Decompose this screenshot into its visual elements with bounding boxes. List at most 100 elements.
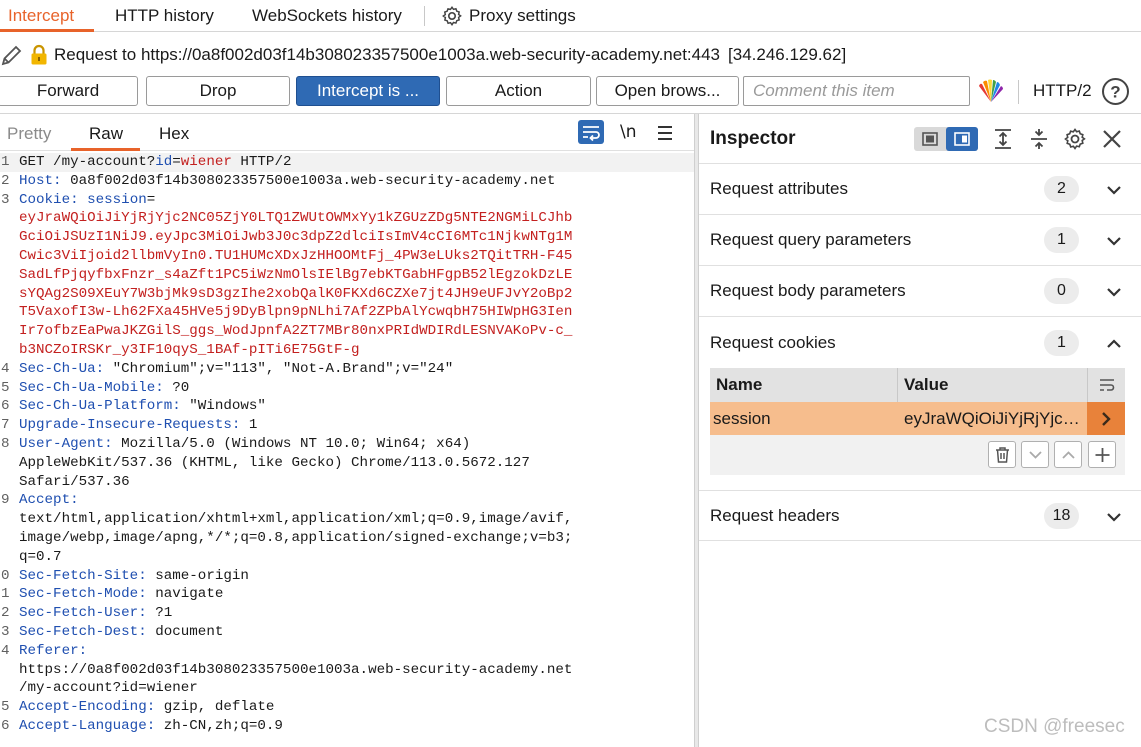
chevron-up-icon [1062, 451, 1075, 459]
tab-intercept[interactable]: Intercept [0, 0, 100, 32]
column-options[interactable] [1087, 368, 1125, 402]
comment-input[interactable] [743, 76, 970, 106]
open-browser-button[interactable]: Open brows... [596, 76, 739, 106]
layout-side-active[interactable] [946, 127, 978, 151]
line-number: 6 [1, 398, 10, 415]
header-value: Safari/537.36 [19, 473, 130, 490]
count-badge: 2 [1044, 176, 1079, 202]
inspector-panel: Inspector Request attributes 2 Request q… [699, 114, 1141, 747]
header-value: /my-account?id=wiener [19, 680, 198, 697]
action-button[interactable]: Action [446, 76, 591, 106]
cookie-name: session [78, 191, 147, 208]
pencil-icon[interactable] [0, 43, 24, 67]
move-down-button[interactable] [1021, 441, 1049, 468]
header-name: Host: [19, 172, 62, 189]
expand-all-icon[interactable] [991, 127, 1015, 151]
layout-toggle[interactable] [914, 127, 978, 151]
menu-icon[interactable] [656, 123, 674, 143]
section-request-cookies[interactable]: Request cookies 1 [699, 318, 1141, 369]
code-line: 9 Accept: [0, 491, 694, 510]
layout-stacked-icon[interactable] [922, 132, 938, 146]
section-request-headers[interactable]: Request headers 18 [699, 490, 1141, 541]
header-name: Sec-Ch-Ua: [19, 360, 105, 377]
add-button[interactable] [1088, 441, 1116, 468]
code-line: https://0a8f002d03f14b308023357500e1003a… [0, 661, 694, 680]
section-request-query-parameters[interactable]: Request query parameters 1 [699, 215, 1141, 266]
chevron-down-icon [1107, 513, 1121, 522]
header-name: User-Agent: [19, 435, 113, 452]
delete-button[interactable] [988, 441, 1016, 468]
code-line: GciOiJSUzI1NiJ9.eyJpc3MiOiJwb3J0c3dpZ2dl… [0, 228, 694, 247]
line-number: 1 [1, 586, 10, 603]
cookie-value: Cwic3ViIjoid2llbmVyIn0.TU1HUMcXDxJzHHOOM… [19, 247, 573, 264]
intercept-toggle-button[interactable]: Intercept is ... [296, 76, 440, 106]
forward-button[interactable]: Forward [0, 76, 138, 106]
request-target-line: Request to https://0a8f002d03f14b3080233… [0, 40, 1141, 70]
section-request-body-parameters[interactable]: Request body parameters 0 [699, 266, 1141, 317]
code-line: image/webp,image/apng,*/*;q=0.8,applicat… [0, 529, 694, 548]
column-name-header[interactable]: Name [710, 368, 898, 402]
help-icon[interactable]: ? [1101, 77, 1130, 106]
code-line: /my-account?id=wiener [0, 679, 694, 698]
chevron-down-icon [1029, 451, 1042, 459]
code-line: text/html,application/xhtml+xml,applicat… [0, 510, 694, 529]
tab-proxy-settings[interactable]: Proxy settings [441, 0, 576, 31]
header-value: https://0a8f002d03f14b308023357500e1003a… [19, 661, 573, 678]
table-row[interactable]: session eyJraWQiOiJiYjRjYjc2N... [710, 402, 1125, 435]
header-value: zh-CN,zh;q=0.9 [155, 717, 283, 734]
gear-icon[interactable] [1063, 127, 1087, 151]
count-badge: 1 [1044, 227, 1079, 253]
cookie-eq: = [146, 191, 156, 208]
header-name: Sec-Fetch-User: [19, 605, 147, 622]
header-value: gzip, deflate [155, 699, 275, 716]
header-value: ?1 [146, 605, 173, 622]
word-wrap-icon[interactable] [578, 120, 604, 144]
trash-icon [996, 447, 1009, 463]
section-label: Request body parameters [710, 281, 906, 300]
code-line: 4 Sec-Ch-Ua: "Chromium";v="113", "Not-A.B… [0, 360, 694, 379]
section-request-attributes[interactable]: Request attributes 2 [699, 164, 1141, 215]
collapse-all-icon[interactable] [1027, 127, 1051, 151]
section-label: Request query parameters [710, 230, 912, 249]
open-detail-button[interactable] [1087, 402, 1125, 435]
move-up-button[interactable] [1054, 441, 1082, 468]
tab-pretty[interactable]: Pretty [7, 124, 51, 144]
header-name: Sec-Fetch-Mode: [19, 586, 147, 603]
drop-button[interactable]: Drop [146, 76, 290, 106]
tab-raw[interactable]: Raw [89, 124, 123, 144]
count-badge: 0 [1044, 278, 1079, 304]
column-value-header[interactable]: Value [898, 368, 1086, 402]
highlight-color-icon[interactable] [976, 78, 1006, 104]
header-name: Upgrade-Insecure-Requests: [19, 417, 241, 434]
svg-text:?: ? [1110, 83, 1120, 102]
code-line: 6 Accept-Language: zh-CN,zh;q=0.9 [0, 717, 694, 736]
code-line: 3 Cookie: session = [0, 191, 694, 210]
tab-http-history[interactable]: HTTP history [115, 0, 233, 31]
cookie-value: Ir7ofbzEaPwaJKZGilS_ggs_WodJpnfA2ZT7MBr8… [19, 323, 573, 340]
header-value: image/webp,image/apng,*/*;q=0.8,applicat… [19, 529, 573, 546]
show-newlines-toggle[interactable]: \n [620, 122, 637, 142]
cookie-value: SadLfPjqyfbxFnzr_s4aZft1PC5iWzNmOlsIElBg… [19, 266, 573, 283]
line-number: 0 [1, 567, 10, 584]
tab-hex[interactable]: Hex [159, 124, 189, 144]
query-param-name: id [155, 154, 173, 170]
cookie-value: GciOiJSUzI1NiJ9.eyJpc3MiOiJwb3J0c3dpZ2dl… [19, 229, 573, 246]
code-line: T5VaxofI3w-Lh62FXa45HVe5j9DyBlpn9pNLhi7A… [0, 303, 694, 322]
code-line: 8 User-Agent: Mozilla/5.0 (Windows NT 10.… [0, 435, 694, 454]
code-line: q=0.7 [0, 548, 694, 567]
header-name: Cookie: [19, 191, 79, 208]
count-badge: 18 [1044, 503, 1079, 529]
plus-icon [1095, 448, 1110, 462]
raw-request-text[interactable]: 1 GET /my-account? id = wiener HTTP/2 2 Host:… [0, 153, 694, 736]
line-number: 3 [1, 191, 10, 208]
tab-websockets-history[interactable]: WebSockets history [252, 0, 410, 31]
cookie-value-cell: eyJraWQiOiJiYjRjYjc2N... [904, 409, 1086, 428]
section-label: Request attributes [710, 179, 848, 198]
header-value: same-origin [146, 567, 249, 584]
code-line: 1 Sec-Fetch-Mode: navigate [0, 585, 694, 604]
intercept-toolbar: Forward Drop Intercept is ... Action Ope… [0, 76, 1141, 107]
close-icon[interactable] [1100, 127, 1124, 151]
code-line: Ir7ofbzEaPwaJKZGilS_ggs_WodJpnfA2ZT7MBr8… [0, 322, 694, 341]
header-value: 1 [240, 417, 258, 434]
header-value: navigate [146, 586, 224, 603]
